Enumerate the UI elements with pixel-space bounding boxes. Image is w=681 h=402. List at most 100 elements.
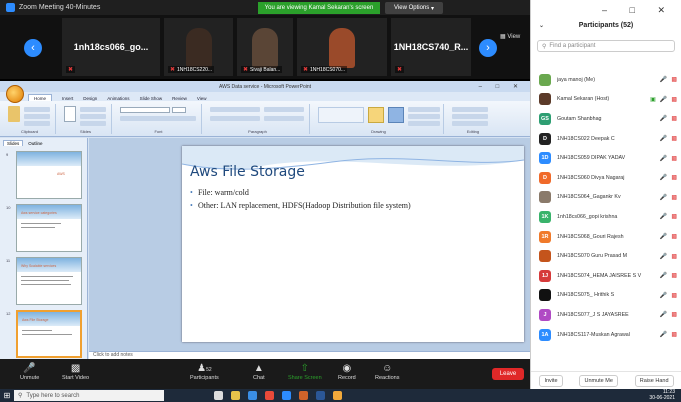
chevron-down-icon[interactable]: ⌄	[539, 22, 544, 29]
participant-row[interactable]: GS Goutam Shanbhag 🎤 ▩	[531, 109, 681, 129]
video-tile[interactable]: ✖ Sivaji Balan...	[237, 18, 293, 76]
video-strip: ‹ 1nh18cs066_go... ✖ ✖ 1NH18CS220... ✖ Siv…	[0, 15, 530, 79]
select-button[interactable]	[452, 121, 488, 126]
window-controls[interactable]: – □ ✕	[479, 83, 524, 90]
next-page-button[interactable]: ›	[479, 39, 497, 57]
list-buttons[interactable]	[210, 107, 260, 112]
cut-button[interactable]	[24, 107, 50, 112]
participant-status: 🎤 ▩	[660, 194, 677, 201]
participant-row[interactable]: Kamal Sekaran (Host) ▣ 🎤 ▩	[531, 90, 681, 110]
font-size-select[interactable]	[172, 107, 186, 113]
participant-row[interactable]: 1NH18CS075_ Hrithik S 🎤 ▩	[531, 286, 681, 306]
participant-name: 1NH18CS060 Divya Nagaraj	[557, 174, 625, 181]
ribbon-group-font: Font	[116, 104, 202, 134]
app-icon[interactable]	[333, 391, 342, 400]
delete-button[interactable]	[80, 121, 106, 126]
reactions-button[interactable]: ☺ Reactions	[375, 362, 399, 381]
video-tile[interactable]: ✖ 1NH18CS070...	[297, 18, 387, 76]
video-tile[interactable]: 1nh18cs066_go... ✖	[62, 18, 160, 76]
participant-row[interactable]: 1A 1NH18CS117-Muskan Agrawal 🎤 ▩	[531, 325, 681, 345]
raise-hand-button[interactable]: Raise Hand	[634, 374, 674, 387]
word-icon[interactable]	[316, 391, 325, 400]
participant-row[interactable]: D 1NH18CS022 Deepak C 🎤 ▩	[531, 129, 681, 149]
new-slide-icon[interactable]	[64, 106, 76, 122]
tab-home[interactable]: Home	[28, 94, 53, 101]
participant-search-input[interactable]: ⚲ Find a participant	[537, 40, 675, 52]
slide-thumbnail-selected[interactable]: Aws File Storage	[16, 310, 82, 358]
format-painter-button[interactable]	[24, 121, 50, 126]
slide-thumbnail[interactable]: Aws service categories	[16, 204, 82, 252]
video-off-icon: ▩	[671, 234, 677, 241]
shapes-gallery[interactable]	[318, 107, 364, 123]
quick-styles-icon[interactable]	[388, 107, 404, 123]
shape-fill-button[interactable]	[408, 107, 440, 112]
taskbar-search-input[interactable]: ⚲ Type here to search	[14, 390, 164, 401]
slide-title[interactable]: Aws File Storage	[190, 164, 305, 180]
office-button-icon[interactable]	[6, 85, 24, 103]
chat-button[interactable]: ▲ Chat	[253, 362, 265, 381]
participant-name: 1NH18CS077_J S JAYASREE	[557, 311, 629, 318]
shape-outline-button[interactable]	[408, 114, 440, 119]
panel-title: Participants (52)	[578, 21, 634, 29]
avatar: 1J	[539, 269, 551, 282]
view-options-button[interactable]: View Options ▾	[385, 2, 443, 14]
windows-start-icon[interactable]: ⊞	[0, 389, 14, 402]
align-text-button[interactable]	[264, 116, 304, 121]
system-tray-clock[interactable]: 11:23 30-06-2021	[649, 389, 675, 401]
powerpoint-window: AWS Data service - Microsoft PowerPoint …	[0, 81, 530, 359]
copy-button[interactable]	[24, 114, 50, 119]
font-format-buttons[interactable]	[120, 116, 196, 121]
search-icon: ⚲	[18, 393, 23, 399]
text-direction-button[interactable]	[264, 107, 304, 112]
leave-button[interactable]: Leave	[492, 368, 524, 380]
participant-row[interactable]: D 1NH18CS060 Divya Nagaraj 🎤 ▩	[531, 168, 681, 188]
participant-row[interactable]: jaya manoj (Me) 🎤 ▩	[531, 70, 681, 90]
tab-outline[interactable]: Outline	[25, 141, 45, 146]
video-tile[interactable]: 1NH18CS740_R... ✖	[391, 18, 471, 76]
layout-button[interactable]	[80, 107, 106, 112]
slide-thumbnail[interactable]: AWS	[16, 151, 82, 199]
record-button[interactable]: ◉ Record	[338, 362, 356, 381]
participant-row[interactable]: 1NH18CS064_Gagankr Kv 🎤 ▩	[531, 188, 681, 208]
participants-button[interactable]: ♟52 Participants	[190, 362, 219, 381]
powerpoint-icon[interactable]	[299, 391, 308, 400]
task-view-icon[interactable]	[214, 391, 223, 400]
participant-row[interactable]: 1D 1NH18CS059 DIPAK YADAV 🎤 ▩	[531, 148, 681, 168]
participant-row[interactable]: 1NH18CS070 Guru Prasad M 🎤 ▩	[531, 246, 681, 266]
notes-field[interactable]: Click to add notes	[89, 351, 530, 359]
slide-content[interactable]: File: warm/cold Other: LAN replacement, …	[190, 188, 420, 214]
file-explorer-icon[interactable]	[231, 391, 240, 400]
zoom-icon[interactable]	[282, 391, 291, 400]
align-buttons[interactable]	[210, 116, 260, 121]
participant-status: 🎤 ▩	[660, 272, 677, 279]
shape-effects-button[interactable]	[408, 121, 440, 126]
clock-date: 30-06-2021	[649, 394, 675, 401]
previous-page-button[interactable]: ‹	[24, 39, 42, 57]
unmute-me-button[interactable]: Unmute Me	[579, 374, 618, 387]
replace-button[interactable]	[452, 114, 488, 119]
participant-row[interactable]: 1J 1NH18CS074_HEMA JAISREE S V 🎤 ▩	[531, 266, 681, 286]
start-video-button[interactable]: ▩ Start Video	[62, 362, 89, 381]
reset-button[interactable]	[80, 114, 106, 119]
video-off-icon: ▩	[671, 292, 677, 299]
invite-button[interactable]: Invite	[539, 374, 563, 387]
participant-name: 1NH18CS074_HEMA JAISREE S V	[557, 272, 642, 279]
unmute-button[interactable]: 🎤 Unmute	[20, 362, 39, 381]
participant-video	[186, 28, 212, 68]
video-tile[interactable]: ✖ 1NH18CS220...	[164, 18, 233, 76]
find-button[interactable]	[452, 107, 488, 112]
mic-muted-icon: 🎤	[659, 194, 668, 201]
slide-thumbnail[interactable]: Why Scalable services	[16, 257, 82, 305]
view-button[interactable]: ▦ View	[500, 33, 520, 40]
participant-row[interactable]: 1K 1nh18cs066_gopi krishna 🎤 ▩	[531, 207, 681, 227]
participant-row[interactable]: J 1NH18CS077_J S JAYASREE 🎤 ▩	[531, 305, 681, 325]
share-screen-button[interactable]: ⇧ Share Screen	[288, 362, 322, 381]
arrange-icon[interactable]	[368, 107, 384, 123]
font-name-select[interactable]	[120, 107, 170, 113]
edge-icon[interactable]	[248, 391, 257, 400]
tab-slides[interactable]: Slides	[3, 140, 24, 146]
participant-row[interactable]: 1R 1NH18CS068_Gouri Rajesh 🎤 ▩	[531, 227, 681, 247]
chrome-icon[interactable]	[265, 391, 274, 400]
view-options-label: View Options	[394, 5, 430, 11]
paste-icon[interactable]	[8, 106, 20, 122]
